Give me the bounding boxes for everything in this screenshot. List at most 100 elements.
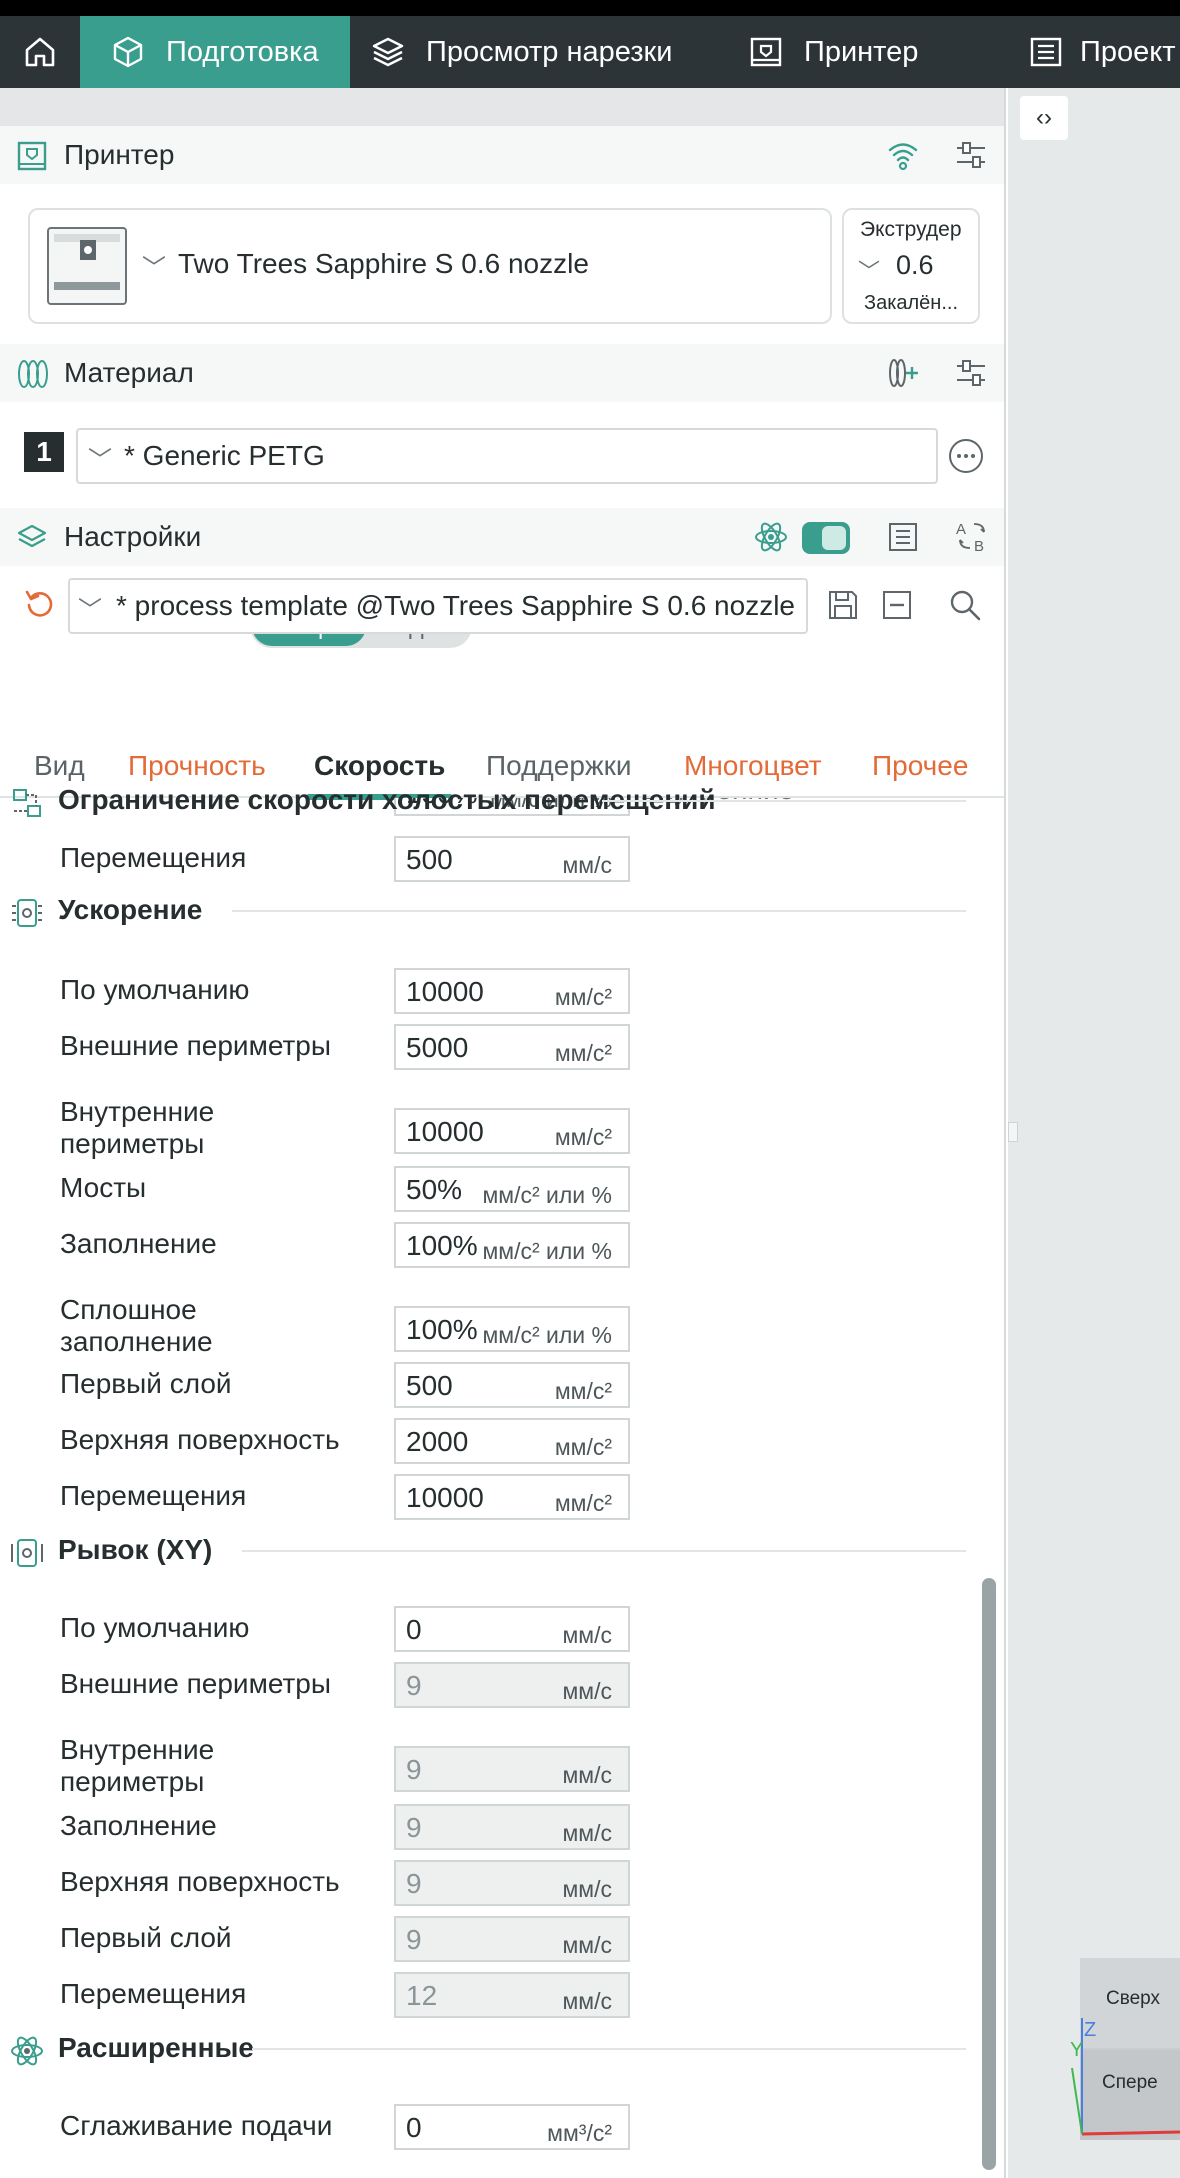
collapse-panel-button[interactable]: ‹› [1020, 96, 1068, 140]
setting-unit: мм/с² [554, 1490, 612, 1516]
svg-text:B: B [974, 538, 984, 554]
setting-value: 50% [406, 1174, 463, 1205]
setting-label: Сглаживание подачи [60, 2110, 333, 2141]
setting-unit: мм/с² или % [482, 1182, 612, 1208]
filament-icon [18, 360, 48, 388]
setting-input[interactable]: 100% мм/с² или % [394, 1222, 630, 1268]
filament-slot-number: 1 [24, 432, 64, 472]
setting-value: 100% [406, 1314, 478, 1345]
setting-label: Внутренние периметры [60, 1096, 215, 1159]
group-title: Ускорение [58, 894, 203, 925]
setting-label: Верхняя поверхность [60, 1866, 340, 1897]
printer-icon [750, 37, 782, 67]
axis-gizmo-icon: Z Y [1070, 2018, 1180, 2136]
tab-project[interactable]: Проект [1028, 16, 1180, 88]
group-divider [602, 800, 966, 802]
setting-value: 2000 [406, 1426, 469, 1457]
setting-value: 10000 [406, 1116, 484, 1147]
tab-printer[interactable]: Принтер [748, 16, 988, 88]
chevron-down-icon: ﹀ [88, 447, 112, 474]
printer-section-header: Принтер [0, 126, 1004, 184]
more-options-icon[interactable] [948, 438, 984, 474]
home-tab[interactable] [0, 16, 80, 88]
setting-unit: мм/с [562, 1622, 612, 1648]
reset-icon[interactable] [24, 588, 56, 620]
list-icon [1030, 37, 1062, 67]
search-icon[interactable] [948, 588, 982, 622]
setting-row: Заполнение 100% мм/с² или % [0, 1222, 980, 1268]
extruder-selector[interactable]: Экструдер ﹀ 0.6 Закалён... [842, 208, 980, 324]
view-cube-top-label: Сверх [1106, 1988, 1161, 2009]
setting-value: 0 [406, 1614, 422, 1645]
printer-selector[interactable]: ﹀ Two Trees Sapphire S 0.6 nozzle [28, 208, 832, 324]
group-title: Расширенные [58, 2032, 254, 2063]
material-section-title: Материал [64, 357, 194, 388]
setting-label: Внешние периметры [60, 1668, 331, 1699]
save-icon[interactable] [826, 588, 860, 622]
acceleration-icon [10, 896, 44, 935]
setting-input[interactable]: 2000 мм/с² [394, 1418, 630, 1464]
setting-unit: мм/с² [554, 1040, 612, 1066]
compare-list-icon[interactable] [886, 520, 920, 554]
printer-settings-icon[interactable] [954, 138, 988, 172]
setting-label: Заполнение [60, 1228, 217, 1259]
setting-input[interactable]: 0 мм/с [394, 1606, 630, 1652]
wifi-icon[interactable] [886, 138, 920, 172]
material-settings-icon[interactable] [954, 356, 988, 390]
setting-value: 100% [406, 1230, 478, 1261]
setting-row: По умолчанию 0 мм/с [0, 1606, 980, 1652]
setting-input: 9 мм/с [394, 1860, 630, 1906]
home-icon [25, 37, 55, 67]
setting-unit: мм/с² или % [482, 1322, 612, 1348]
filament-selector[interactable]: ﹀ * Generic PETG [76, 428, 938, 484]
setting-input: 9 мм/с [394, 1662, 630, 1708]
3d-viewport[interactable]: ‹› [1008, 88, 1180, 2178]
chevron-down-icon: ﹀ [78, 597, 102, 624]
setting-row: Перемещения 500 мм/с [0, 836, 980, 882]
setting-input[interactable]: 10000 мм/с² [394, 1474, 630, 1520]
setting-row: Заполнение 9 мм/с [0, 1804, 980, 1850]
tab-slice-preview[interactable]: Просмотр нарезки [370, 16, 700, 88]
panel-top-bar [0, 88, 1004, 126]
delete-preset-icon[interactable] [880, 588, 914, 622]
setting-input[interactable]: 10000 мм/с² [394, 968, 630, 1014]
setting-value: 10000 [406, 1482, 484, 1513]
group-divider [242, 1550, 966, 1552]
setting-unit: мм/с [562, 1876, 612, 1902]
setting-value: 10000 [406, 976, 484, 1007]
panel-resize-handle[interactable] [1008, 1122, 1018, 1142]
svg-text:A: A [956, 521, 966, 538]
setting-input[interactable]: 500 мм/с [394, 836, 630, 882]
scrollbar-thumb[interactable] [982, 1578, 996, 2170]
settings-section-title: Настройки [64, 521, 202, 552]
advanced-mode-switch[interactable] [802, 522, 850, 554]
setting-label: Перемещения [60, 1978, 247, 2009]
setting-label: Сплошное заполнение [60, 1294, 213, 1357]
advanced-atom-icon [755, 522, 787, 552]
setting-row: Сплошное заполнение 100% мм/с² или % [0, 1294, 980, 1362]
setting-input[interactable]: 100% мм/с² или % [394, 1306, 630, 1352]
process-preset-selector[interactable]: ﹀ * process template @Two Trees Sapphire… [68, 578, 808, 634]
translate-icon[interactable]: A B [954, 518, 990, 554]
setting-unit: мм/с [562, 1932, 612, 1958]
setting-unit: мм/с [562, 1678, 612, 1704]
setting-input[interactable]: 10000 мм/с² [394, 1108, 630, 1154]
setting-value: 12 [406, 1980, 438, 2011]
setting-input: 9 мм/с [394, 1916, 630, 1962]
setting-label: Заполнение [60, 1810, 217, 1841]
setting-unit: мм/с² [554, 1434, 612, 1460]
tab-prepare[interactable]: Подготовка [80, 16, 350, 88]
add-filament-icon[interactable] [886, 356, 920, 390]
setting-label: Внешние периметры [60, 1030, 331, 1061]
settings-section-header: Настройки [0, 508, 1004, 566]
setting-input[interactable]: 0 мм³/с² [394, 2104, 630, 2150]
process-preset-name: * process template @Two Trees Sapphire S… [116, 590, 795, 621]
setting-input[interactable]: 5000 мм/с² [394, 1024, 630, 1070]
setting-label: Мосты [60, 1172, 147, 1203]
setting-input[interactable]: 500 мм/с² [394, 1362, 630, 1408]
group-travel: Ограничение скорости холостых перемещени… [0, 778, 1006, 824]
view-cube[interactable]: Сверх Спере Z Y [1070, 1958, 1180, 2140]
setting-input[interactable]: 50% мм/с² или % [394, 1166, 630, 1212]
setting-value: 500 [406, 1370, 453, 1401]
setting-label: Первый слой [60, 1368, 232, 1399]
